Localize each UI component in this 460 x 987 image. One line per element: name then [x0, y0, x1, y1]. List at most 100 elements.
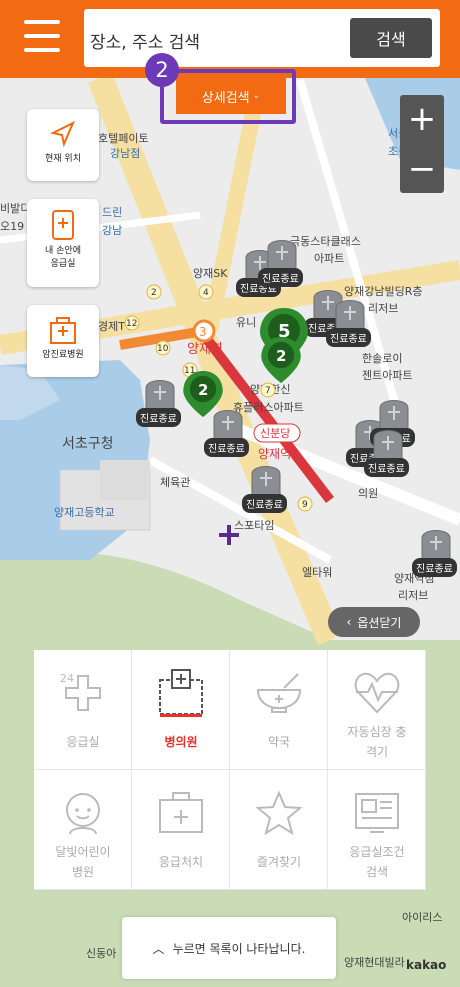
search-input[interactable]: 장소, 주소 검색 검색 [84, 9, 440, 67]
map-label-hansol: 한솔로이 [362, 352, 402, 365]
category-defibrillator[interactable]: 자동심장 충격기 [328, 650, 426, 770]
map-label-o19: 오19 [0, 220, 24, 233]
active-indicator [160, 714, 202, 717]
category-label: 응급처치 [158, 855, 204, 869]
map-label-gym: 체육관 [160, 476, 190, 489]
category-pharmacy[interactable]: 약국 [230, 650, 328, 770]
map-label-reserve-2: 리저브 [398, 589, 428, 602]
hospital-icon [159, 669, 203, 715]
hint-label: 누르면 목록이 나타납니다. [172, 941, 306, 956]
pharmacy-icon [256, 673, 302, 713]
zoom-out-button[interactable]: − [400, 145, 444, 193]
closed-status-label: 진료종료 [364, 458, 409, 477]
close-options-label: 옵션닫기 [357, 615, 402, 630]
zoom-in-button[interactable]: + [400, 95, 444, 143]
cluster-pin[interactable]: 2 [258, 334, 304, 386]
cluster-pin[interactable]: 2 [180, 368, 226, 420]
chevron-up-icon: ︿ [152, 941, 165, 956]
chevron-left-icon: ‹ [346, 615, 352, 629]
map-label-gent-apt: 젠트아파트 [362, 369, 413, 382]
category-hospital[interactable]: 병의원 [132, 650, 230, 770]
category-emergency-room[interactable]: 24 응급실 [34, 650, 132, 770]
first-aid-kit-icon [159, 792, 203, 833]
map-label-iris: 아이리스 [402, 911, 442, 924]
map-label-apt-1b: 아파트 [314, 252, 344, 265]
closed-status-label: 진료종료 [326, 328, 371, 347]
current-location-button[interactable]: 현재 위치 [27, 109, 99, 181]
top-bar: 장소, 주소 검색 검색 [0, 0, 460, 78]
tombstone-marker-icon[interactable] [330, 292, 370, 332]
tombstone-marker-icon[interactable] [416, 522, 456, 562]
defibrillator-icon [354, 672, 400, 714]
tombstone-marker-icon[interactable] [246, 458, 286, 498]
map-label-hyundai-villa: 양재현대빌라 [344, 956, 405, 969]
closed-status-label: 진료종료 [136, 408, 181, 427]
zoom-control: + − [400, 95, 444, 193]
svg-text:24: 24 [60, 672, 74, 685]
sinbundang-label: 신분당 [260, 427, 290, 440]
search-placeholder: 장소, 주소 검색 [90, 33, 201, 53]
exit-2: 2 [151, 288, 157, 298]
map-label-gangnam: 강남 [102, 224, 122, 237]
map-label-hotel: 호텔페이토 [98, 132, 149, 145]
map-label-reserve-1: 리저브 [368, 302, 398, 315]
category-label: 자동심장 충격기 [347, 725, 407, 759]
map-label-gangnam-branch: 강남점 [110, 147, 140, 160]
map-label-seocho-office: 서초구청 [62, 436, 114, 452]
category-moonlight-child[interactable]: 달빛어린이 병원 [34, 770, 132, 890]
closed-status-label: 진료종료 [412, 558, 457, 577]
category-label: 즐겨찾기 [256, 855, 302, 869]
exit-7: 7 [265, 386, 271, 396]
map-label-highschool: 양재고등학교 [54, 506, 115, 519]
condition-search-icon [355, 793, 399, 833]
map-label-eltower: 엘타워 [302, 566, 332, 579]
hospital-building-icon [50, 317, 76, 344]
map-label-yangjae-station: 양재역 [187, 342, 223, 357]
category-panel: 24 응급실 병의원 약국 자동심장 충격기 달빛어린이 병원 응급처치 즐겨찾… [34, 650, 426, 890]
category-label: 병의원 [164, 735, 198, 749]
moonlight-child-icon [66, 793, 100, 835]
map-label-clinic: 의원 [358, 487, 378, 500]
exit-12: 12 [126, 319, 137, 329]
emergency-label-line1: 내 손안에 [45, 246, 81, 256]
phone-cross-icon [52, 210, 74, 240]
category-label: 달빛어린이 병원 [55, 845, 111, 879]
station-badge-number: 3 [199, 325, 207, 339]
cluster-count-2b: 2 [198, 382, 208, 399]
map-label-spotime: 스포타임 [234, 519, 274, 532]
map-label-yangjae-sk: 양재SK [193, 267, 228, 280]
exit-10: 10 [157, 344, 169, 354]
category-first-aid[interactable]: 응급처치 [132, 770, 230, 890]
cluster-count-2a: 2 [276, 348, 286, 365]
category-label: 약국 [267, 735, 291, 749]
kakao-logo: kakao [406, 958, 447, 972]
step-highlight-box [160, 69, 296, 124]
search-button[interactable]: 검색 [350, 18, 432, 58]
tombstone-marker-icon[interactable] [262, 232, 302, 272]
current-location-label: 현재 위치 [45, 154, 81, 164]
closed-status-label: 진료종료 [258, 268, 303, 287]
tombstone-marker-icon[interactable] [368, 422, 408, 462]
emergency-label-line2: 응급실 [50, 259, 76, 269]
list-toggle-hint[interactable]: ︿ 누르면 목록이 나타납니다. [122, 917, 336, 979]
map-label-sindonga: 신동아 [86, 947, 116, 960]
exit-4: 4 [203, 288, 209, 298]
cancer-hospital-button[interactable]: 암진료병원 [27, 305, 99, 377]
category-favorites[interactable]: 즐겨찾기 [230, 770, 328, 890]
category-label: 응급실조건 검색 [349, 845, 405, 879]
map-label-drin: 드린 [102, 206, 122, 219]
cancer-hospital-label: 암진료병원 [42, 350, 84, 360]
emergency-room-button[interactable]: 내 손안에 응급실 [27, 199, 99, 287]
closed-status-label: 진료종료 [242, 494, 287, 513]
location-arrow-icon [50, 120, 75, 148]
tombstone-marker-icon[interactable] [140, 372, 180, 412]
category-label: 응급실 [66, 735, 100, 749]
menu-icon[interactable] [20, 18, 64, 54]
exit-9: 9 [302, 500, 308, 510]
closed-status-label: 진료종료 [204, 438, 249, 457]
map-label-vivaldi: 비발디 [0, 202, 30, 215]
category-condition-search[interactable]: 응급실조건 검색 [328, 770, 426, 890]
emergency-24-icon: 24 [60, 672, 101, 711]
star-icon [255, 790, 303, 836]
close-options-button[interactable]: ‹ 옵션닫기 [328, 607, 420, 637]
